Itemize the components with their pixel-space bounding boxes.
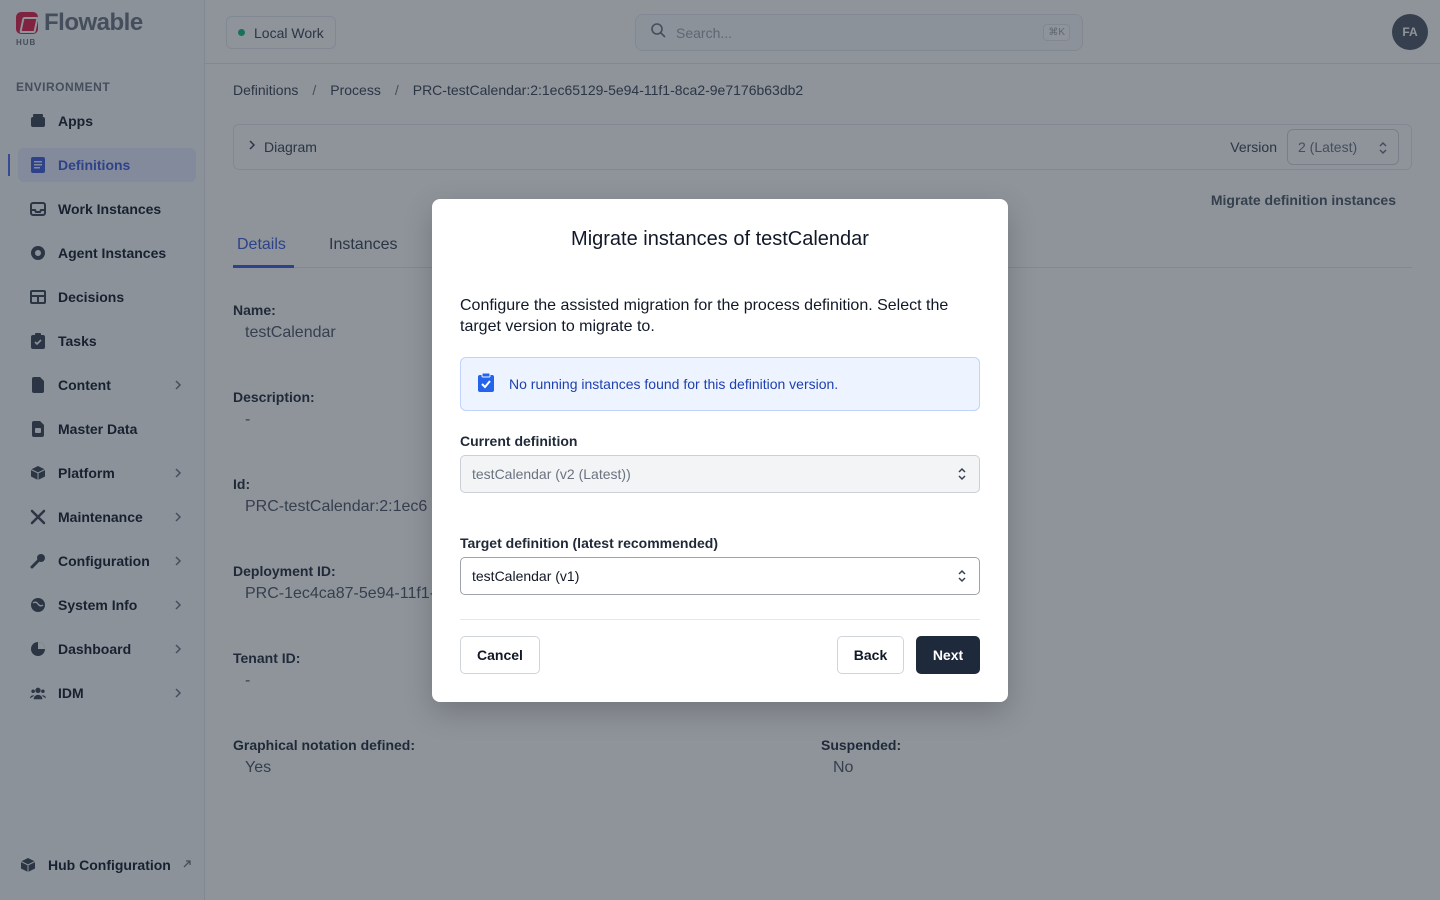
cancel-button[interactable]: Cancel: [460, 636, 540, 674]
back-button[interactable]: Back: [837, 636, 904, 674]
clipboard-check-icon: [477, 372, 495, 397]
migrate-instances-dialog: Migrate instances of testCalendar Config…: [432, 199, 1008, 702]
dialog-title: Migrate instances of testCalendar: [571, 228, 869, 250]
next-button[interactable]: Next: [916, 636, 980, 674]
target-definition-label: Target definition (latest recommended): [460, 535, 718, 551]
info-message: No running instances found for this defi…: [509, 376, 839, 392]
current-definition-value: testCalendar (v2 (Latest)): [472, 466, 631, 482]
current-definition-label: Current definition: [460, 433, 578, 449]
select-arrows-icon: [957, 568, 967, 587]
dialog-description: Configure the assisted migration for the…: [460, 297, 949, 335]
select-arrows-icon: [957, 466, 967, 485]
current-definition-select: testCalendar (v2 (Latest)): [460, 455, 980, 493]
target-definition-value: testCalendar (v1): [472, 568, 580, 584]
info-alert: No running instances found for this defi…: [460, 357, 980, 411]
dialog-divider: [460, 619, 980, 620]
target-definition-select[interactable]: testCalendar (v1): [460, 557, 980, 595]
